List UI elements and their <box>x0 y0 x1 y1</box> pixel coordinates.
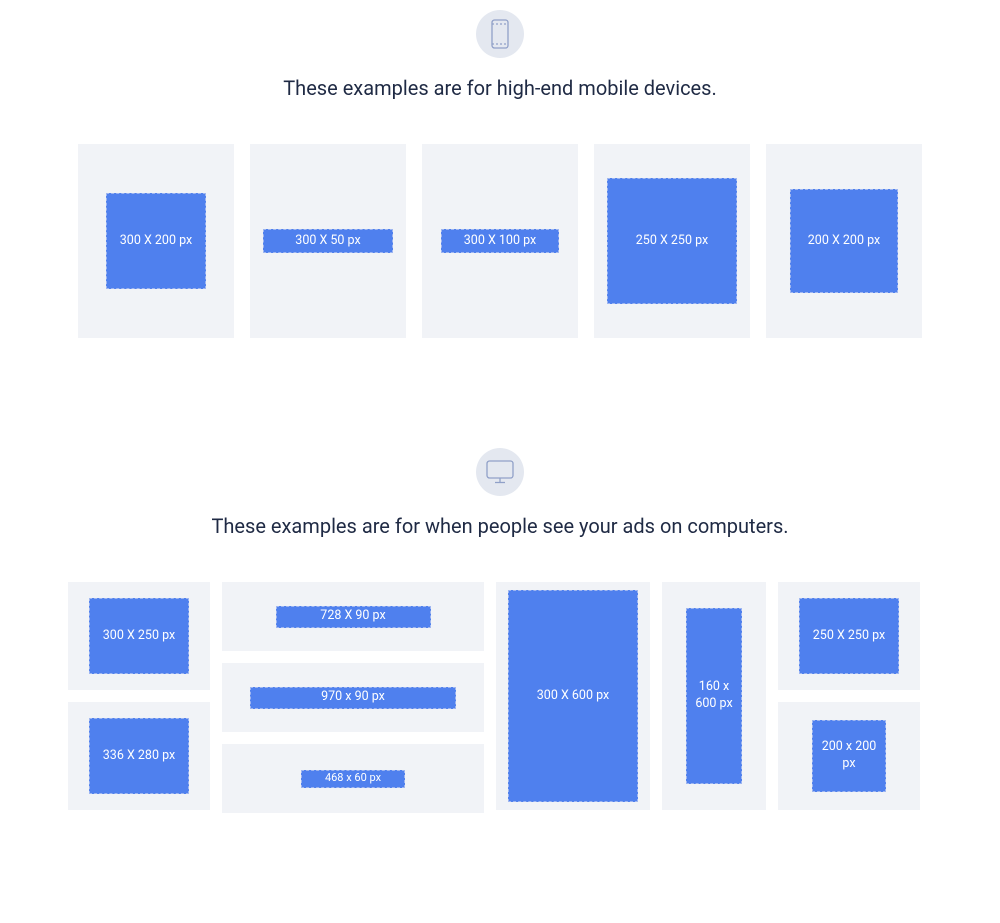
mobile-card: 250 X 250 px <box>594 144 750 338</box>
desktop-card: 336 X 280 px <box>68 702 210 810</box>
ad-size-box: 250 X 250 px <box>799 598 899 674</box>
ad-size-box: 300 X 50 px <box>263 229 393 253</box>
mobile-card: 300 X 100 px <box>422 144 578 338</box>
mobile-card: 200 X 200 px <box>766 144 922 338</box>
desktop-card: 970 x 90 px <box>222 663 484 732</box>
desktop-section: These examples are for when people see y… <box>0 448 1000 813</box>
desktop-card: 200 x 200 px <box>778 702 920 810</box>
desktop-col-c: 300 X 600 px <box>496 582 650 813</box>
mobile-icon-circle <box>476 10 524 58</box>
desktop-icon <box>486 460 514 484</box>
desktop-card: 250 X 250 px <box>778 582 920 690</box>
ad-size-box: 300 X 100 px <box>441 229 559 253</box>
ad-size-box: 300 X 250 px <box>89 598 189 674</box>
ad-size-box: 970 x 90 px <box>250 687 456 709</box>
ad-size-box: 728 X 90 px <box>276 606 431 628</box>
desktop-col-e: 250 X 250 px 200 x 200 px <box>778 582 920 813</box>
desktop-grid: 300 X 250 px 336 X 280 px 728 X 90 px 97… <box>0 582 1000 813</box>
desktop-card: 300 X 600 px <box>496 582 650 810</box>
mobile-icon <box>491 19 509 49</box>
ad-size-box: 250 X 250 px <box>607 178 737 304</box>
ad-size-box: 468 x 60 px <box>301 770 405 788</box>
mobile-row: 300 X 200 px 300 X 50 px 300 X 100 px 25… <box>0 144 1000 338</box>
ad-size-box: 300 X 200 px <box>106 193 206 289</box>
ad-size-box: 200 X 200 px <box>790 189 898 293</box>
ad-size-box: 160 x 600 px <box>686 608 742 784</box>
mobile-card: 300 X 200 px <box>78 144 234 338</box>
ad-size-box: 336 X 280 px <box>89 718 189 794</box>
desktop-card: 160 x 600 px <box>662 582 766 810</box>
ad-size-box: 200 x 200 px <box>812 720 886 792</box>
mobile-card: 300 X 50 px <box>250 144 406 338</box>
desktop-title: These examples are for when people see y… <box>0 514 1000 538</box>
desktop-col-a: 300 X 250 px 336 X 280 px <box>68 582 210 813</box>
ad-size-box: 300 X 600 px <box>508 590 638 802</box>
mobile-section: These examples are for high-end mobile d… <box>0 10 1000 338</box>
desktop-card: 468 x 60 px <box>222 744 484 813</box>
desktop-card: 300 X 250 px <box>68 582 210 690</box>
desktop-col-b: 728 X 90 px 970 x 90 px 468 x 60 px <box>222 582 484 813</box>
desktop-icon-circle <box>476 448 524 496</box>
mobile-title: These examples are for high-end mobile d… <box>0 76 1000 100</box>
desktop-card: 728 X 90 px <box>222 582 484 651</box>
desktop-col-d: 160 x 600 px <box>662 582 766 813</box>
